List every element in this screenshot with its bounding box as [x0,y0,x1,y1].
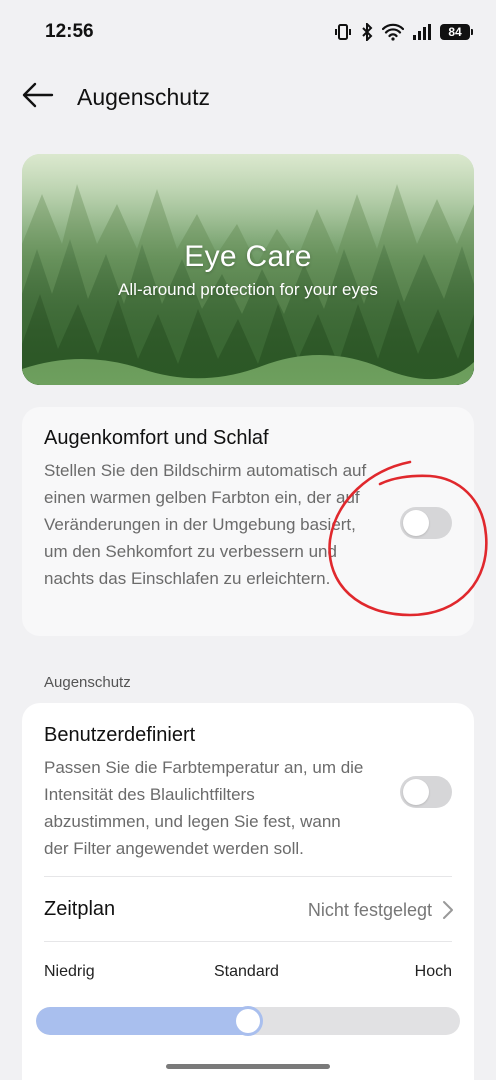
toggle-knob [403,510,429,536]
app-header: Augenschutz [0,72,496,122]
status-bar: 12:56 84 [0,0,496,64]
custom-card: Benutzerdefiniert Passen Sie die Farbtem… [22,703,474,1080]
arrow-left-icon [22,82,54,113]
status-time: 12:56 [45,21,94,42]
banner-subtitle: All-around protection for your eyes [118,280,378,299]
slider-label-low: Niedrig [44,963,95,980]
battery-icon: 84 [440,24,473,40]
eye-comfort-title: Augenkomfort und Schlaf [44,427,269,449]
slider-labels: Niedrig Standard Hoch [44,963,452,985]
back-button[interactable] [22,82,56,112]
status-icons: 84 [334,23,473,41]
chevron-right-icon [442,900,454,925]
eye-comfort-toggle[interactable] [400,507,452,539]
slider-fill [36,1007,254,1035]
eye-care-banner: Eye Care All-around protection for your … [22,154,474,385]
schedule-row[interactable]: Zeitplan Nicht festgelegt [22,877,474,941]
schedule-value: Nicht festgelegt [307,900,432,920]
slider-thumb[interactable] [236,1009,260,1033]
custom-description: Passen Sie die Farbtemperatur an, um die… [44,758,364,858]
bluetooth-icon [360,23,374,41]
slider-label-high: Hoch [414,963,452,980]
section-label: Augenschutz [44,674,131,691]
banner-title: Eye Care [184,240,312,273]
custom-title: Benutzerdefiniert [44,724,196,746]
divider [44,941,452,942]
custom-toggle[interactable] [400,776,452,808]
banner-text: Eye Care All-around protection for your … [22,240,474,300]
wifi-icon [382,23,404,41]
page-title: Augenschutz [77,83,210,110]
schedule-label: Zeitplan [44,898,116,920]
vibrate-icon [334,23,352,41]
eye-comfort-description: Stellen Sie den Bildschirm automatisch a… [44,461,367,588]
slider-label-mid: Standard [214,963,279,980]
signal-icon [412,23,432,41]
toggle-knob [403,779,429,805]
home-indicator [166,1064,330,1069]
eye-comfort-card[interactable]: Augenkomfort und Schlaf Stellen Sie den … [22,407,474,636]
